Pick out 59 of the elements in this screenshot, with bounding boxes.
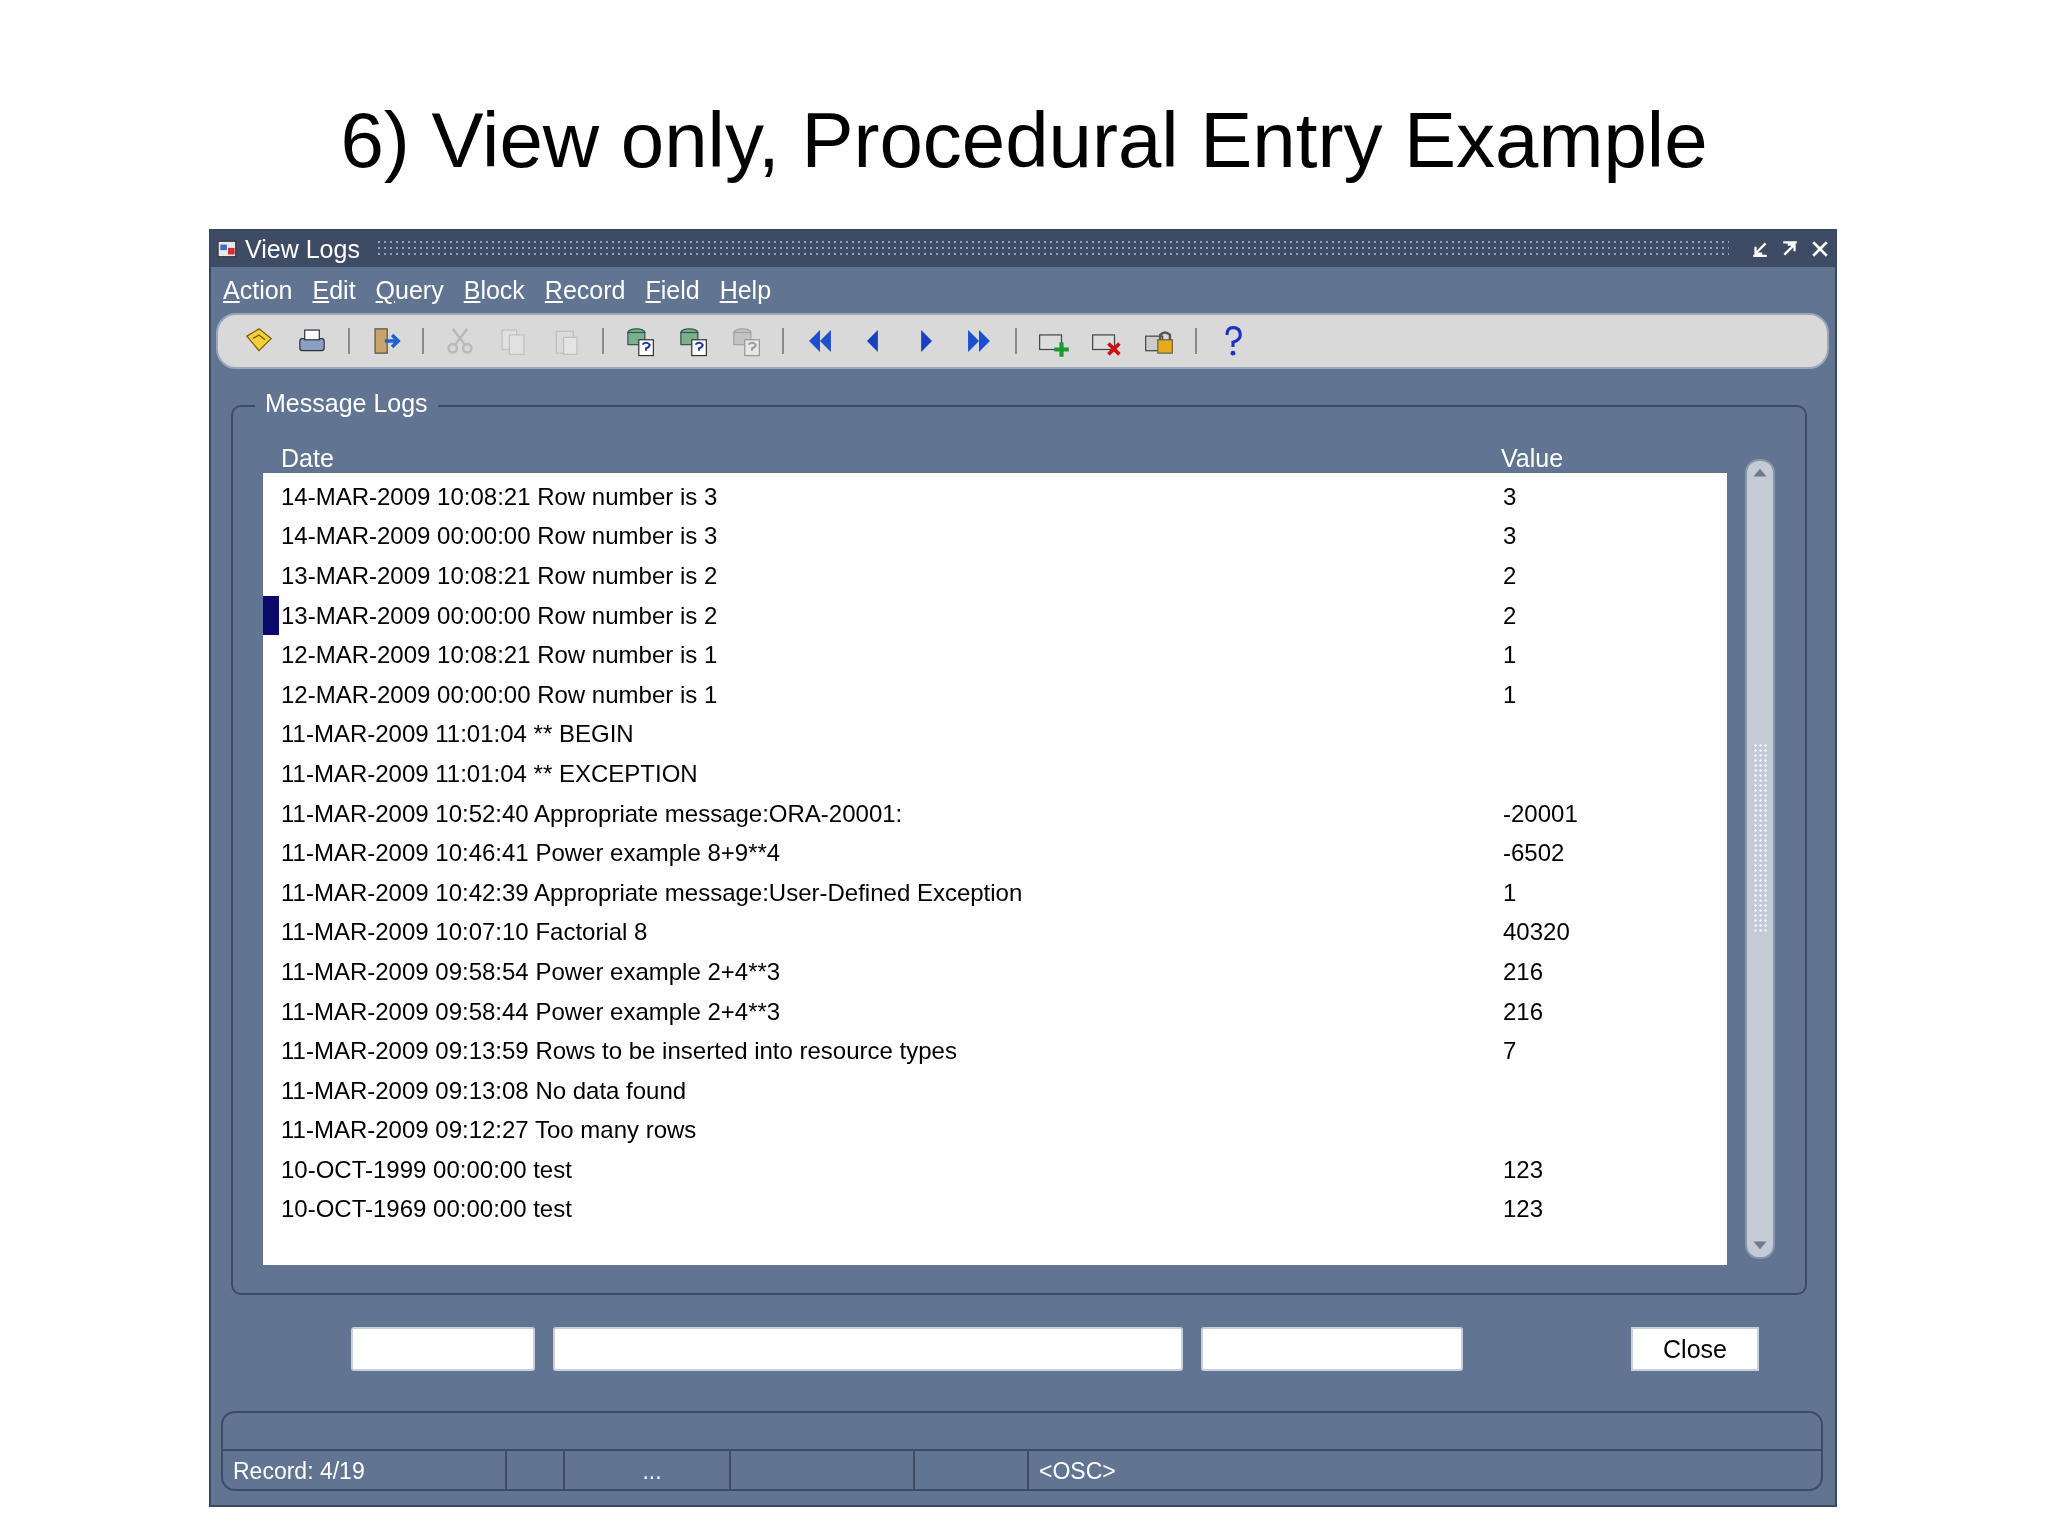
table-cell-text: 10-OCT-1969 00:00:00 test	[281, 1195, 573, 1224]
status-text: ...	[565, 1451, 731, 1491]
column-header: Value	[1501, 444, 1564, 473]
table-cell-text: 12-MAR-2009 00:00:00 Row number is 1	[281, 680, 719, 709]
slide-title: 6) View only, Procedural Entry Example	[339, 95, 1709, 186]
menu-item[interactable]: Edit	[312, 275, 356, 305]
table-cell: -6502	[1503, 839, 1565, 868]
table-cell-text: 13-MAR-2009 00:00:00 Row number is 2	[281, 601, 719, 630]
scrollbar[interactable]	[1745, 459, 1775, 1259]
table-cell-text: 12-MAR-2009 10:08:21 Row number is 1	[281, 641, 719, 670]
table-cell-text: 11-MAR-2009 10:42:39 Appropriate message:User-Defined Exception	[281, 878, 1024, 907]
menu-item[interactable]: Block	[463, 275, 525, 305]
table-cell-text: 11-MAR-2009 10:07:10 Factorial 8	[281, 918, 649, 947]
mode-status: <OSC>	[1038, 1456, 1116, 1486]
table-cell-text: 11-MAR-2009 09:13:59 Rows to be inserted into resource types	[281, 1037, 958, 1066]
table-cell-text: 11-MAR-2009 10:52:40 Appropriate message:ORA-20001:	[281, 799, 904, 828]
table-cell-text: 11-MAR-2009 09:58:44 Power example 2+4**3	[281, 997, 782, 1026]
maximize-icon[interactable]	[1781, 240, 1799, 258]
table-cell-text: 11-MAR-2009 09:13:08 No data found	[281, 1076, 688, 1105]
table-cell: 123	[1503, 1155, 1544, 1184]
table-cell-text: 14-MAR-2009 00:00:00 Row number is 3	[281, 522, 719, 551]
row-marker[interactable]	[263, 596, 279, 636]
table-cell: 2	[1503, 562, 1517, 590]
table-cell-text: 14-MAR-2009 10:08:21 Row number is 3	[281, 482, 719, 511]
menu-item[interactable]: Field	[645, 275, 700, 305]
table-cell-text: 10-OCT-1999 00:00:00 test	[281, 1155, 573, 1184]
close-icon[interactable]	[1811, 240, 1829, 258]
close-button[interactable]: Close	[1631, 1327, 1759, 1371]
table-cell: 7	[1503, 1037, 1517, 1066]
table-cell: 2	[1503, 601, 1517, 630]
record-status: Record: 4/19	[223, 1451, 507, 1491]
input-field[interactable]	[553, 1327, 1183, 1371]
table-cell-text: 13-MAR-2009 10:08:21 Row number is 2	[281, 562, 719, 590]
table-cell-text: 11-MAR-2009 10:46:41 Power example 8+9**4	[281, 839, 782, 868]
window-title: View Logs	[245, 234, 360, 264]
table-cell: 216	[1503, 957, 1544, 986]
menu-item[interactable]: Action	[223, 275, 293, 305]
table-cell: 216	[1503, 997, 1544, 1026]
table-cell-text: 11-MAR-2009 11:01:04 ** BEGIN	[281, 720, 635, 749]
table-cell: 40320	[1503, 918, 1570, 947]
table-cell: 3	[1503, 522, 1517, 551]
table-cell: 1	[1503, 878, 1517, 907]
menu-item[interactable]: Help	[719, 275, 772, 305]
app-icon	[217, 238, 239, 260]
table-cell: -20001	[1503, 799, 1578, 828]
scroll-thumb[interactable]	[1753, 743, 1767, 933]
input-field[interactable]	[351, 1327, 535, 1371]
table-cell: 3	[1503, 482, 1517, 511]
table-cell: 1	[1503, 680, 1517, 709]
column-header: Date	[281, 444, 335, 473]
table-cell-text: 11-MAR-2009 09:12:27 Too many rows	[281, 1116, 698, 1145]
input-field[interactable]	[1201, 1327, 1463, 1371]
table-cell: 123	[1503, 1195, 1544, 1224]
table-cell-text: 11-MAR-2009 11:01:04 ** EXCEPTION	[281, 759, 699, 788]
menu-item[interactable]: Query	[375, 275, 444, 305]
menu-item[interactable]: Record	[544, 275, 626, 305]
table-cell: 1	[1503, 641, 1517, 670]
table-cell-text: 11-MAR-2009 09:58:54 Power example 2+4**3	[281, 957, 782, 986]
minimize-icon[interactable]	[1751, 240, 1769, 258]
